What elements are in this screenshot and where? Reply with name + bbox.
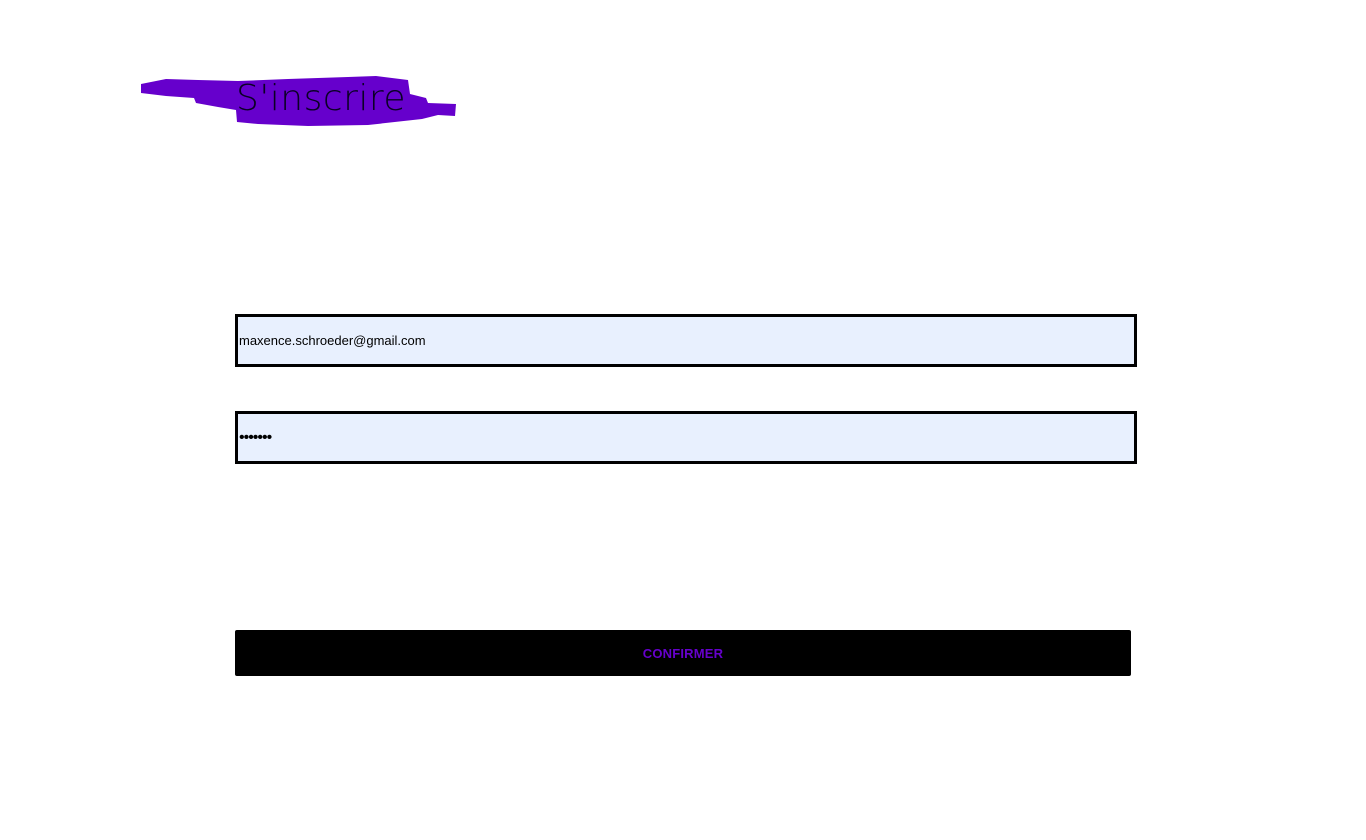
email-field[interactable]	[235, 314, 1137, 367]
confirm-button[interactable]: CONFIRMER	[235, 630, 1131, 676]
password-field[interactable]	[235, 411, 1137, 464]
title-area: S'inscrire	[138, 72, 458, 130]
page-title: S'inscrire	[236, 78, 407, 119]
